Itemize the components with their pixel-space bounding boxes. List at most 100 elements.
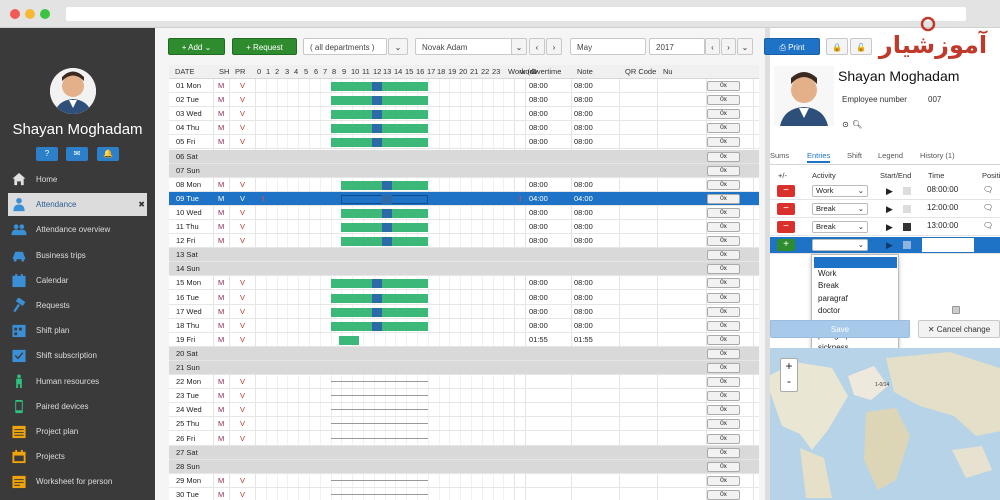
minimize-window-dot[interactable] [25, 9, 35, 19]
column-header[interactable]: 21 [470, 65, 478, 79]
comment-icon[interactable]: 🗨︎ [983, 185, 993, 194]
qr-code-button[interactable]: 0x [707, 137, 740, 148]
table-row[interactable]: 27 Sat 0x [169, 445, 759, 460]
table-row[interactable]: 12 Fri M V 08:00 08:00 0x [169, 234, 759, 249]
dropdown-highlight[interactable] [814, 257, 897, 268]
tab-entries[interactable]: Entries [807, 149, 831, 163]
column-header[interactable]: Note [577, 65, 593, 79]
sidebar-item-worksheet-for-person[interactable]: Worksheet for person [8, 470, 147, 493]
column-header[interactable]: 23 [492, 65, 500, 79]
sidebar-item-calendar[interactable]: Calendar [8, 269, 147, 292]
sidebar-item-human-resources[interactable]: Human resources [8, 370, 147, 393]
qr-code-button[interactable]: 0x [707, 475, 740, 486]
column-header[interactable]: 7 [323, 65, 327, 79]
table-row[interactable]: 15 Mon M V 08:00 08:00 0x [169, 276, 759, 291]
break-interval-bar[interactable] [371, 124, 382, 134]
tab-shift[interactable]: Shift [847, 149, 862, 163]
table-row[interactable]: 10 Wed M V 08:00 08:00 0x [169, 206, 759, 220]
table-row[interactable]: 28 Sun 0x [169, 459, 759, 474]
sidebar-item-paired-devices[interactable]: Paired devices [8, 395, 147, 418]
table-row[interactable]: 26 Fri M V 0x [169, 432, 759, 446]
qr-code-button[interactable]: 0x [707, 81, 740, 91]
break-interval-bar[interactable] [371, 96, 382, 106]
column-header[interactable]: 0 [257, 65, 261, 79]
sidebar-item-requests[interactable]: Requests [8, 294, 147, 317]
year-select[interactable]: 2017 [649, 38, 705, 55]
prev-person-button[interactable]: ‹ [529, 38, 545, 55]
column-header[interactable]: DATE [175, 65, 194, 79]
new-entry-row[interactable]: + ⌄ ▶ [770, 237, 1000, 254]
qr-code-button[interactable]: 0x [707, 151, 740, 162]
table-row[interactable]: 02 Tue M V 08:00 08:00 0x [169, 93, 759, 108]
column-header[interactable]: 9 [342, 65, 346, 79]
qr-code-button[interactable]: 0x [707, 123, 740, 134]
break-interval-bar[interactable] [371, 110, 382, 120]
break-interval-bar[interactable] [382, 180, 393, 190]
table-row[interactable]: 01 Mon M V 08:00 08:00 0x [169, 79, 759, 93]
break-interval-bar[interactable] [382, 223, 393, 232]
maximize-window-dot[interactable] [40, 9, 50, 19]
play-icon[interactable]: ▶ [886, 186, 893, 197]
zoom-out-button[interactable]: - [781, 374, 797, 389]
info-icon[interactable]: ⊙ [842, 120, 849, 129]
qr-code-button[interactable]: 0x [707, 179, 740, 190]
column-header[interactable]: 6 [314, 65, 318, 79]
table-row[interactable]: 25 Thu M V 0x [169, 417, 759, 432]
location-map[interactable]: + - 1-0/14 [770, 348, 1000, 500]
request-button[interactable]: + Request [232, 38, 297, 55]
stop-icon[interactable] [903, 187, 911, 195]
next-person-button[interactable]: › [546, 38, 562, 55]
break-interval-bar[interactable] [371, 279, 382, 289]
qr-code-button[interactable]: 0x [707, 447, 740, 458]
table-row[interactable]: 18 Thu M V 08:00 08:00 0x [169, 319, 759, 333]
qr-code-button[interactable]: 0x [707, 348, 740, 359]
column-header[interactable]: 22 [481, 65, 489, 79]
column-header[interactable]: 15 [405, 65, 413, 79]
table-row[interactable]: 24 Wed M V 0x [169, 403, 759, 418]
table-row[interactable]: 20 Sat 0x [169, 346, 759, 361]
sidebar-item-attendance-overview[interactable]: Attendance overview [8, 218, 147, 241]
work-interval-bar[interactable] [339, 335, 359, 345]
activity-select[interactable]: ⌄ [812, 239, 868, 251]
qr-code-button[interactable]: 0x [707, 292, 740, 303]
help-button[interactable]: ? [36, 147, 58, 161]
print-button[interactable]: ⎙ Print [764, 38, 820, 55]
add-entry-button[interactable]: + [777, 239, 795, 251]
tab-sums[interactable]: Sums [770, 149, 789, 163]
comment-icon[interactable]: 🗨︎ [983, 203, 993, 212]
tab-history-1[interactable]: History (1) [920, 149, 955, 163]
qr-code-button[interactable]: 0x [707, 222, 740, 232]
activity-select[interactable]: Work ⌄ [812, 185, 868, 197]
qr-code-button[interactable]: 0x [707, 278, 740, 289]
department-select[interactable]: ( all departments ) [303, 38, 387, 55]
table-row[interactable]: 22 Mon M V 0x [169, 375, 759, 390]
qr-code-button[interactable]: 0x [707, 95, 740, 106]
cancel-change-button[interactable]: ✕ Cancel change [918, 320, 1000, 338]
break-interval-bar[interactable] [382, 237, 393, 247]
column-header[interactable]: Overtime [531, 65, 561, 79]
dropdown-option[interactable]: doctor [818, 306, 840, 315]
qr-code-button[interactable]: 0x [707, 377, 740, 388]
activity-select[interactable]: Break ⌄ [812, 221, 868, 233]
remove-entry-button[interactable]: − [777, 203, 795, 215]
column-header[interactable]: 20 [459, 65, 467, 79]
table-row[interactable]: 03 Wed M V 08:00 08:00 0x [169, 107, 759, 122]
qr-code-button[interactable]: 0x [707, 334, 740, 345]
table-row[interactable]: 11 Thu M V 08:00 08:00 0x [169, 220, 759, 234]
qr-code-button[interactable]: 0x [707, 193, 740, 204]
break-interval-bar[interactable] [371, 307, 382, 317]
qr-code-button[interactable]: 0x [707, 489, 740, 500]
qr-code-button[interactable]: 0x [707, 419, 740, 430]
column-header[interactable]: SH [219, 65, 229, 79]
column-header[interactable]: 3 [285, 65, 289, 79]
sidebar-item-project-plan[interactable]: Project plan [8, 420, 147, 443]
column-header[interactable]: PR [235, 65, 245, 79]
column-header[interactable]: 11 [362, 65, 370, 79]
qr-code-button[interactable]: 0x [707, 109, 740, 120]
entry-row[interactable]: − Work ⌄ ▶ 08:00:00 🗨︎ [770, 183, 1000, 200]
lock-button[interactable]: 🔒 [826, 38, 848, 55]
message-button[interactable]: ✉ [66, 147, 88, 161]
comment-icon[interactable]: 🗨︎ [983, 221, 993, 230]
month-dropdown-arrow[interactable]: ⌄ [737, 38, 753, 55]
qr-code-button[interactable]: 0x [707, 165, 740, 176]
